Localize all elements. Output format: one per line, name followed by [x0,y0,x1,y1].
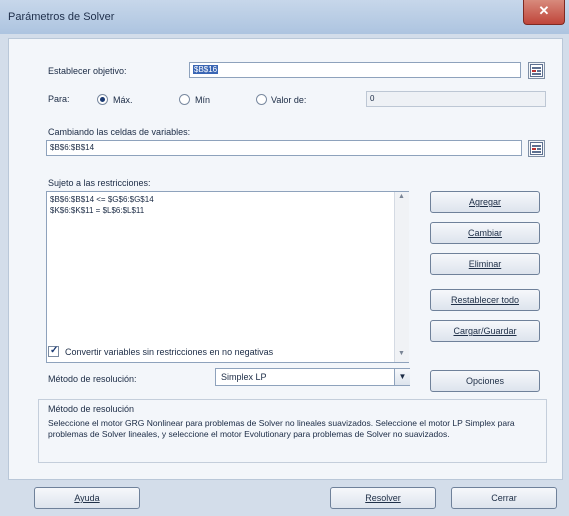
method-selected-value: Simplex LP [221,372,267,382]
nonnegative-label: Convertir variables sin restricciones en… [65,347,274,357]
constraints-scrollbar[interactable]: ▲ ▼ [394,192,409,362]
method-description: Seleccione el motor GRG Nonlinear para p… [48,418,515,439]
options-button[interactable]: Opciones [430,370,540,392]
changing-cells-input[interactable]: $B$6:$B$14 [46,140,522,156]
constraint-item[interactable]: $K$6:$K$11 = $L$6:$L$11 [50,206,144,215]
value-of-radio[interactable] [256,94,267,105]
close-button[interactable]: Cerrar [451,487,557,509]
constraints-list[interactable] [46,191,409,363]
objective-range-picker-icon[interactable] [528,62,545,79]
to-label: Para: [48,94,70,104]
objective-input[interactable]: $B$16 [189,62,521,78]
window-title: Parámetros de Solver [8,11,115,23]
method-group-title: Método de resolución [48,404,135,414]
reset-all-button[interactable]: Restablecer todo [430,289,540,311]
delete-button[interactable]: Eliminar [430,253,540,275]
changing-range-picker-icon[interactable] [528,140,545,157]
min-radio[interactable] [179,94,190,105]
chevron-down-icon[interactable]: ▼ [394,369,410,385]
checkmark-icon: ✓ [50,345,59,356]
constraint-item[interactable]: $B$6:$B$14 <= $G$6:$G$14 [50,195,154,204]
value-of-input[interactable]: 0 [366,91,546,107]
nonnegative-checkbox[interactable]: ✓ [48,345,59,357]
max-label: Máx. [113,95,133,105]
load-save-button[interactable]: Cargar/Guardar [430,320,540,342]
method-label: Método de resolución: [48,374,137,384]
scroll-up-icon[interactable]: ▲ [398,193,405,200]
close-window-button[interactable]: ✕ [523,0,565,25]
value-of-label: Valor de: [271,95,307,105]
method-select[interactable]: Simplex LP ▼ [215,368,410,386]
changing-cells-label: Cambiando las celdas de variables: [48,127,191,137]
objective-label: Establecer objetivo: [48,66,127,76]
constraints-label: Sujeto a las restricciones: [48,178,151,188]
scroll-down-icon[interactable]: ▼ [398,350,405,357]
add-button[interactable]: Agregar [430,191,540,213]
help-button[interactable]: Ayuda [34,487,140,509]
max-radio[interactable] [97,94,108,105]
change-button[interactable]: Cambiar [430,222,540,244]
objective-value: $B$16 [193,65,219,74]
min-label: Mín [195,95,211,105]
solve-button[interactable]: Resolver [330,487,436,509]
